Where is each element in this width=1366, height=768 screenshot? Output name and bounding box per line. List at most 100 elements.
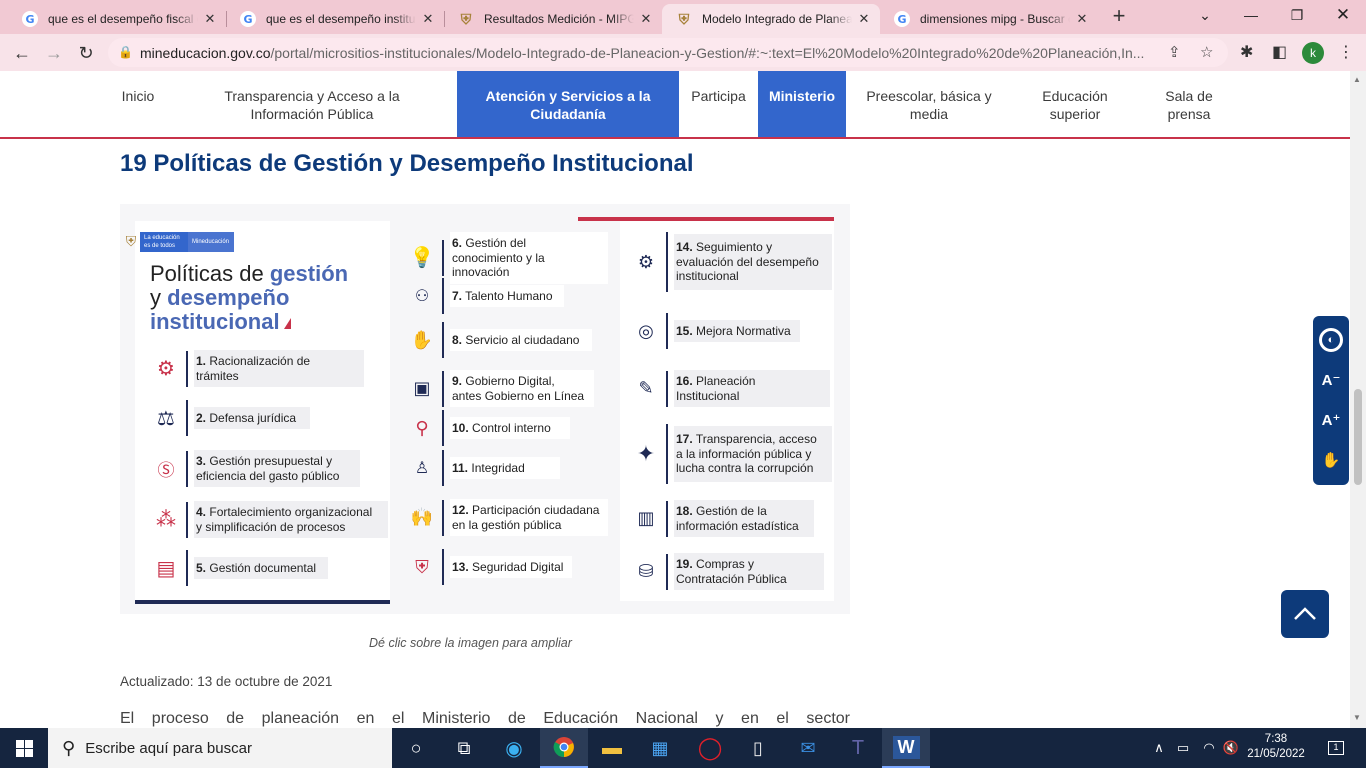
policy-number: 8.: [452, 332, 463, 347]
close-icon[interactable]: ✕: [638, 11, 654, 27]
tray-chevron-up-icon[interactable]: ∧: [1150, 728, 1168, 768]
shield-icon: ⛨: [460, 10, 472, 27]
menu-kebab-icon[interactable]: ⋮: [1338, 42, 1354, 62]
policy-item: ▤ 5. Gestión documental: [148, 550, 328, 586]
close-icon[interactable]: ✕: [1074, 11, 1090, 27]
nav-item-inicio[interactable]: Inicio: [100, 71, 176, 137]
browser-tab-5[interactable]: G dimensiones mipg - Buscar c ✕: [880, 4, 1098, 34]
browser-tab-2[interactable]: G que es el desempeño institucio ✕: [226, 4, 444, 34]
scroll-down-arrow-icon[interactable]: ▼: [1353, 713, 1361, 722]
integrity-icon: ♙: [414, 460, 430, 477]
policy-text: Servicio al ciudadano: [465, 332, 580, 347]
infographic-heading: Políticas de gestión y desempeño institu…: [150, 262, 348, 334]
close-icon[interactable]: ✕: [856, 11, 872, 27]
policy-text: Gestión de la información estadística: [676, 504, 799, 533]
new-tab-button[interactable]: +: [1108, 4, 1130, 30]
dollar-icon: Ⓢ: [157, 461, 175, 480]
policy-number: 13.: [452, 559, 469, 574]
magnifier-icon: ⚲: [415, 417, 429, 438]
policy-item: ⛁ 19. Compras y Contratación Pública: [628, 553, 824, 590]
url-text[interactable]: mineducacion.gov.co/portal/micrositios-i…: [140, 45, 1160, 61]
store-icon[interactable]: ▦: [636, 728, 684, 768]
decrease-font-icon[interactable]: A⁻: [1319, 368, 1343, 392]
restore-icon[interactable]: ❐: [1274, 0, 1320, 30]
taskbar-clock[interactable]: 7:38 21/05/2022: [1244, 732, 1308, 762]
policy-item: ♙ 11. Integridad: [404, 450, 560, 486]
browser-tab-1[interactable]: G que es el desempeño fiscal de ✕: [8, 4, 226, 34]
policy-number: 5.: [196, 560, 207, 575]
updated-date: Actualizado: 13 de octubre de 2021: [120, 674, 333, 689]
browser-tab-4-active[interactable]: ⛨ Modelo Integrado de Planea ✕: [662, 4, 880, 34]
volume-muted-icon[interactable]: 🔇: [1220, 728, 1242, 768]
cortana-icon[interactable]: ○: [392, 728, 440, 768]
purchase-icon: ⛁: [638, 561, 654, 581]
heading-text: desempeño: [167, 285, 290, 310]
policy-text: Mejora Normativa: [696, 323, 791, 338]
planning-icon: ✎: [638, 378, 654, 398]
file-explorer-icon[interactable]: ▬: [588, 728, 636, 768]
sign-language-icon[interactable]: ✋: [1319, 448, 1343, 472]
close-icon[interactable]: ✕: [202, 11, 218, 27]
share-icon[interactable]: ⇪: [1168, 43, 1181, 61]
notification-count: 1: [1328, 741, 1344, 755]
extensions-puzzle-icon[interactable]: ✱: [1240, 42, 1253, 62]
tab-title: que es el desempeño fiscal de: [48, 12, 198, 26]
browser-tab-3[interactable]: ⛨ Resultados Medición - MIPG ✕: [444, 4, 662, 34]
nav-item-transparencia[interactable]: Transparencia y Acceso a la Información …: [196, 71, 428, 137]
chart-icon: ▥: [637, 508, 655, 528]
chrome-icon[interactable]: [540, 728, 588, 768]
policy-number: 18.: [676, 504, 693, 518]
nav-item-educacion-superior[interactable]: Educación superior: [1022, 71, 1128, 137]
forward-arrow-icon[interactable]: →: [40, 39, 68, 67]
reload-icon[interactable]: ↻: [72, 39, 100, 67]
opera-icon[interactable]: ◯: [686, 728, 734, 768]
word-icon[interactable]: W: [882, 728, 930, 768]
side-panel-icon[interactable]: ◧: [1272, 42, 1287, 62]
scrollbar-thumb[interactable]: [1354, 389, 1362, 485]
edge-icon[interactable]: ◉: [490, 728, 538, 768]
nav-item-preescolar[interactable]: Preescolar, básica y media: [856, 71, 1002, 137]
teams-icon[interactable]: T: [834, 728, 882, 768]
nav-item-sala-de-prensa[interactable]: Sala de prensa: [1148, 71, 1230, 137]
scroll-up-arrow-icon[interactable]: ▲: [1353, 75, 1361, 84]
taskbar-search-box[interactable]: ⚲ Escribe aquí para buscar: [48, 728, 392, 768]
tab-search-icon[interactable]: ⌄: [1182, 0, 1228, 30]
minimize-icon[interactable]: —: [1228, 0, 1274, 30]
tab-title: dimensiones mipg - Buscar c: [920, 12, 1070, 26]
window-close-icon[interactable]: ✕: [1320, 0, 1366, 30]
profile-avatar[interactable]: k: [1302, 42, 1324, 64]
document-icon: ▤: [156, 557, 176, 580]
page-scrollbar[interactable]: ▲ ▼: [1350, 71, 1366, 728]
search-placeholder: Escribe aquí para buscar: [85, 739, 252, 757]
policy-item: Ⓢ 3. Gestión presupuestal y eficiencia d…: [148, 450, 360, 487]
task-view-icon[interactable]: ⧉: [440, 728, 488, 768]
back-to-top-button[interactable]: [1281, 590, 1329, 638]
policy-number: 14.: [676, 240, 693, 255]
document-icon[interactable]: ▯: [734, 728, 782, 768]
lightbulb-icon: 💡: [409, 247, 435, 270]
back-arrow-icon[interactable]: ←: [8, 39, 36, 67]
windows-start-button[interactable]: [0, 728, 48, 768]
increase-font-icon[interactable]: A⁺: [1319, 408, 1343, 432]
image-caption: Dé clic sobre la imagen para ampliar: [369, 636, 572, 650]
policy-item: ✋ 8. Servicio al ciudadano: [404, 322, 592, 358]
site-navbar: Inicio Transparencia y Acceso a la Infor…: [0, 71, 1350, 139]
address-bar[interactable]: 🔒 mineducacion.gov.co/portal/micrositios…: [108, 38, 1228, 67]
contrast-icon[interactable]: ◐: [1319, 328, 1343, 352]
hand-person-icon: ✋: [410, 329, 434, 350]
nav-item-atencion[interactable]: Atención y Servicios a la Ciudadanía: [457, 71, 679, 137]
heading-text: y: [150, 285, 168, 310]
close-icon[interactable]: ✕: [420, 11, 436, 27]
battery-icon[interactable]: ▭: [1172, 728, 1194, 768]
mail-icon[interactable]: ✉: [784, 728, 832, 768]
policy-number: 12.: [452, 503, 469, 517]
network-icon: ⁂: [156, 509, 176, 531]
wifi-icon[interactable]: ◠: [1198, 728, 1220, 768]
bookmark-star-icon[interactable]: ☆: [1200, 43, 1213, 61]
policies-infographic[interactable]: ⛨ La educación es de todos Mineducación …: [120, 204, 850, 614]
nav-item-participa[interactable]: Participa: [679, 71, 758, 137]
nav-item-ministerio[interactable]: Ministerio: [758, 71, 846, 137]
gear-document-icon: ⚙: [157, 358, 175, 380]
policy-text: Racionalización de trámites: [196, 354, 311, 383]
notifications-icon[interactable]: 1: [1318, 728, 1354, 768]
